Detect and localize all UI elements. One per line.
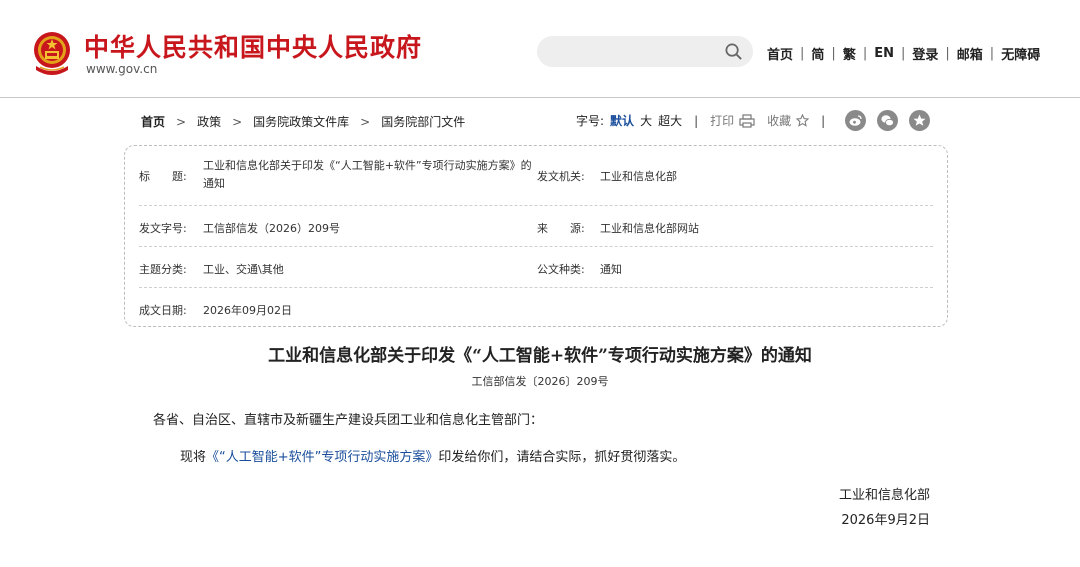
search-icon[interactable]: [724, 42, 743, 61]
article-body: 现将《“人工智能+软件”专项行动实施方案》印发给你们，请结合实际，抓好贯彻落实。: [180, 446, 685, 465]
search-box[interactable]: [537, 36, 753, 67]
printer-icon[interactable]: [739, 113, 755, 128]
nav-accessibility[interactable]: 无障碍: [1000, 44, 1041, 63]
meta-source-value: 工业和信息化部网站: [600, 222, 699, 235]
nav-login[interactable]: 登录: [911, 44, 939, 63]
page-tools: 字号: 默认 大 超大 | 打印 收藏 |: [576, 112, 826, 129]
meta-docno-value: 工信部信发（2026）209号: [203, 222, 340, 235]
wechat-share-icon[interactable]: [877, 110, 898, 131]
article-body-prefix: 现将: [180, 450, 207, 465]
article-recipients: 各省、自治区、直辖市及新疆生产建设兵团工业和信息化主管部门：: [153, 413, 544, 428]
weibo-share-icon[interactable]: [845, 110, 866, 131]
font-size-large[interactable]: 大: [640, 112, 652, 129]
meta-issuer-value: 工业和信息化部: [600, 170, 677, 183]
breadcrumb-home[interactable]: 首页: [141, 113, 165, 130]
favorite-share-icon[interactable]: [909, 110, 930, 131]
meta-doctype-value: 通知: [600, 263, 622, 276]
meta-category-value: 工业、交通\其他: [203, 263, 284, 276]
nav-simplified[interactable]: 简: [810, 44, 825, 63]
meta-title-value: 工业和信息化部关于印发《“人工智能+软件”专项行动实施方案》的通知: [203, 159, 532, 190]
top-nav: 首页 | 简 | 繁 | EN | 登录 | 邮箱 | 无障碍: [766, 44, 1041, 63]
font-size-xlarge[interactable]: 超大: [658, 112, 682, 129]
meta-category-label: 主题分类:: [139, 263, 187, 276]
meta-title-label: 标 题:: [139, 170, 187, 183]
breadcrumb: 首页 > 政策 > 国务院政策文件库 > 国务院部门文件: [141, 113, 465, 130]
meta-docno-label: 发文字号:: [139, 222, 187, 235]
signature-date: 2026年9月2日: [841, 513, 930, 528]
chevron-right-icon: >: [176, 114, 187, 129]
meta-row-title: 标 题: 工业和信息化部关于印发《“人工智能+软件”专项行动实施方案》的通知 发…: [139, 146, 933, 206]
site-header: 中华人民共和国中央人民政府 www.gov.cn 首页 | 简 | 繁 | EN…: [0, 0, 1080, 98]
chevron-right-icon: >: [360, 114, 371, 129]
meta-row-docno: 发文字号: 工信部信发（2026）209号 来 源: 工业和信息化部网站: [139, 206, 933, 247]
attachment-link[interactable]: 《“人工智能+软件”专项行动实施方案》: [206, 450, 438, 465]
signature-organization: 工业和信息化部: [838, 488, 930, 503]
article-body-suffix: 印发给你们，请结合实际，抓好贯彻落实。: [438, 450, 686, 465]
meta-row-date: 成文日期: 2026年09月02日: [139, 288, 933, 327]
nav-mail[interactable]: 邮箱: [956, 44, 984, 63]
breadcrumb-policy[interactable]: 政策: [197, 113, 221, 130]
national-emblem-icon[interactable]: [30, 30, 74, 78]
print-button[interactable]: 打印: [710, 112, 734, 129]
favorite-button[interactable]: 收藏: [767, 112, 791, 129]
site-title[interactable]: 中华人民共和国中央人民政府: [84, 28, 422, 64]
meta-row-category: 主题分类: 工业、交通\其他 公文种类: 通知: [139, 247, 933, 288]
nav-traditional[interactable]: 繁: [842, 44, 857, 63]
site-url: www.gov.cn: [86, 62, 158, 76]
font-size-label: 字号:: [576, 114, 605, 128]
article-title: 工业和信息化部关于印发《“人工智能+软件”专项行动实施方案》的通知: [268, 346, 812, 366]
chevron-right-icon: >: [232, 114, 243, 129]
meta-date-label: 成文日期:: [139, 304, 187, 317]
meta-issuer-label: 发文机关:: [537, 170, 585, 183]
nav-home[interactable]: 首页: [766, 44, 794, 63]
document-meta-table: 标 题: 工业和信息化部关于印发《“人工智能+软件”专项行动实施方案》的通知 发…: [124, 145, 948, 327]
star-icon[interactable]: [796, 114, 810, 127]
breadcrumb-policy-library[interactable]: 国务院政策文件库: [253, 113, 349, 130]
meta-doctype-label: 公文种类:: [537, 263, 585, 276]
meta-source-label: 来 源:: [537, 222, 585, 235]
nav-english[interactable]: EN: [873, 46, 895, 61]
font-size-default[interactable]: 默认: [610, 112, 634, 129]
breadcrumb-department-docs[interactable]: 国务院部门文件: [381, 113, 465, 130]
meta-date-value: 2026年09月02日: [203, 304, 292, 317]
article-doc-number: 工信部信发〔2026〕209号: [471, 375, 609, 388]
